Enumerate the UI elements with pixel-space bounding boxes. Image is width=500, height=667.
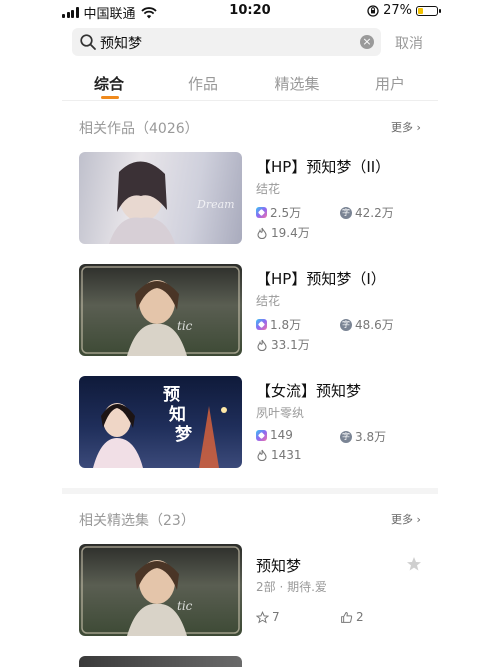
collections-more-label: 更多 [391,513,413,526]
collection-likes-value-1: 2 [356,610,364,624]
work-author-2[interactable]: 结花 [256,292,280,309]
clear-icon[interactable]: × [360,35,374,49]
tab-works[interactable]: 作品 [168,73,238,94]
cover-art-portrait: tic [81,266,240,356]
battery-fill [418,7,423,14]
work-words-value-2: 48.6万 [355,318,394,332]
tab-collections[interactable]: 精选集 [262,73,332,94]
work-title-1[interactable]: 【HP】预知梦（II） [256,156,390,177]
flame-icon [257,339,267,351]
word-count-icon: 字 [340,206,352,219]
work-heat-3: 149 [256,428,293,442]
tabs-divider [62,100,438,101]
collections-section-title: 相关精选集（23） [79,513,195,529]
works-more-link[interactable]: 更多 › [391,119,421,135]
word-count-icon: 字 [340,318,352,331]
work-cover-3[interactable]: 预知梦 [79,376,242,468]
flame-icon [257,227,267,239]
battery-icon [416,5,441,16]
work-likes-1: 19.4万 [256,224,310,241]
work-heat-value-1: 2.5万 [270,206,302,220]
chevron-right-icon: › [413,121,421,134]
cover-art-portrait: Dream [109,161,235,244]
work-words-1: 字 42.2万 [340,204,394,221]
collections-more-link[interactable]: 更多 › [391,511,421,527]
cancel-button[interactable]: 取消 [395,33,423,53]
cover-art-portrait: tic [81,546,240,636]
collection-stars-1: 7 [256,610,280,624]
work-heat-value-3: 149 [270,428,293,442]
svg-text:Dream: Dream [196,198,235,211]
work-likes-value-1: 19.4万 [271,226,310,240]
svg-text:tic: tic [177,319,193,333]
star-icon[interactable] [406,556,422,572]
search-icon [80,34,96,50]
tab-comprehensive[interactable]: 综合 [74,73,144,94]
work-cover-2[interactable]: tic [79,264,242,356]
heat-icon [256,319,267,330]
collection-likes-1: 2 [340,610,364,624]
work-likes-3: 1431 [256,448,302,462]
svg-text:tic: tic [177,599,193,613]
work-heat-1: 2.5万 [256,204,301,221]
work-words-value-3: 3.8万 [355,430,387,444]
work-author-3[interactable]: 夙叶零纨 [256,404,304,421]
tab-users[interactable]: 用户 [355,73,425,94]
work-likes-value-2: 33.1万 [271,338,310,352]
work-words-2: 字 48.6万 [340,316,394,333]
work-heat-value-2: 1.8万 [270,318,302,332]
cover-title-text: 预知梦 [163,385,193,445]
work-title-3[interactable]: 【女流】预知梦 [256,380,361,401]
heat-icon [256,207,267,218]
work-title-2[interactable]: 【HP】预知梦（I） [256,268,386,289]
collection-cover-1[interactable]: tic [79,544,242,636]
search-input[interactable]: 预知梦 [100,33,142,53]
word-count-icon: 字 [340,430,352,443]
orientation-lock-icon [367,4,379,17]
work-author-1[interactable]: 结花 [256,180,280,197]
heat-icon [256,429,267,441]
tab-indicator [101,96,119,99]
work-likes-value-3: 1431 [271,448,302,462]
collection-cover-2[interactable] [79,656,242,667]
flame-icon [257,449,267,461]
chevron-right-icon: › [413,513,421,526]
star-outline-icon [256,610,269,623]
work-heat-2: 1.8万 [256,316,301,333]
works-section-title: 相关作品（4026） [79,121,199,137]
work-words-3: 字 3.8万 [340,428,386,445]
collection-stars-value-1: 7 [272,610,280,624]
cover-art-portrait: 预知梦 [93,385,227,468]
collection-meta-1: 2部 · 期待.爱 [256,580,327,594]
collection-title-1[interactable]: 预知梦 [256,555,301,576]
work-cover-1[interactable]: Dream [79,152,242,244]
status-bar: 中国联通 10:20 27% [0,0,500,22]
battery-percent: 27% [383,3,412,18]
work-words-value-1: 42.2万 [355,206,394,220]
search-bar[interactable]: 预知梦 × [72,28,381,56]
thumbs-up-icon [341,611,353,623]
works-more-label: 更多 [391,121,413,134]
work-likes-2: 33.1万 [256,336,310,353]
section-divider [62,488,438,494]
